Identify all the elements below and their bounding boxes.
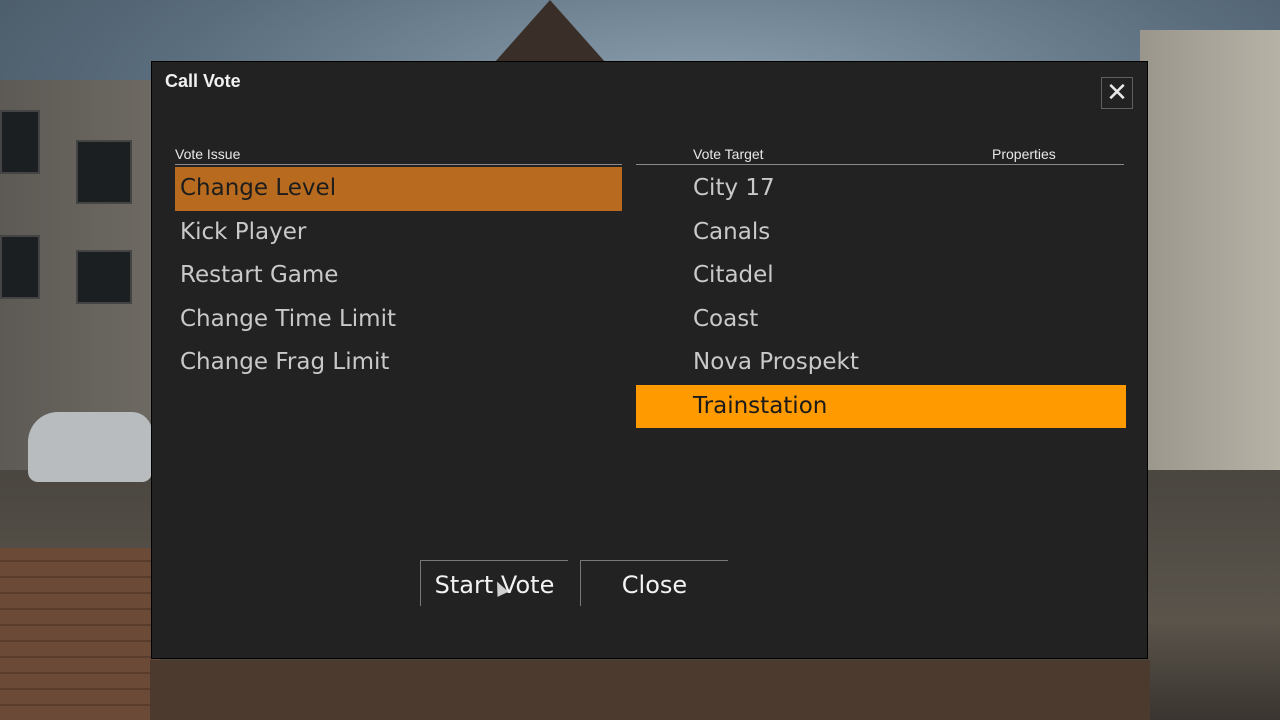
list-item[interactable]: Change Time Limit [175,298,622,342]
vote-target-header: Vote Target [693,146,764,162]
list-item[interactable]: Restart Game [175,254,622,298]
properties-header[interactable]: Properties [992,146,1056,162]
divider [175,164,622,165]
window [0,235,40,299]
divider [636,164,1124,165]
window [76,250,132,304]
window [76,140,132,204]
call-vote-dialog: Call Vote ✕ Vote Issue Vote Target Prope… [151,61,1148,659]
vote-issue-list: Change Level Kick Player Restart Game Ch… [175,167,622,385]
close-button[interactable]: Close [580,560,728,606]
vote-target-list: City 17 Canals Citadel Coast Nova Prospe… [636,167,1126,428]
list-item[interactable]: Change Level [175,167,622,211]
parked-car [28,412,152,482]
list-item[interactable]: Canals [636,211,1126,255]
list-item[interactable]: Coast [636,298,1126,342]
list-item[interactable]: Nova Prospekt [636,341,1126,385]
close-icon[interactable]: ✕ [1101,77,1133,109]
list-item[interactable]: Kick Player [175,211,622,255]
window [0,110,40,174]
list-item[interactable]: Trainstation [636,384,1126,428]
list-item[interactable]: City 17 [636,167,1126,211]
brick-wall-bottom [150,660,1150,720]
dialog-title: Call Vote [165,71,241,91]
vote-issue-header: Vote Issue [175,146,241,162]
list-item[interactable]: Citadel [636,254,1126,298]
brick-wall [0,548,160,720]
list-item[interactable]: Change Frag Limit [175,341,622,385]
